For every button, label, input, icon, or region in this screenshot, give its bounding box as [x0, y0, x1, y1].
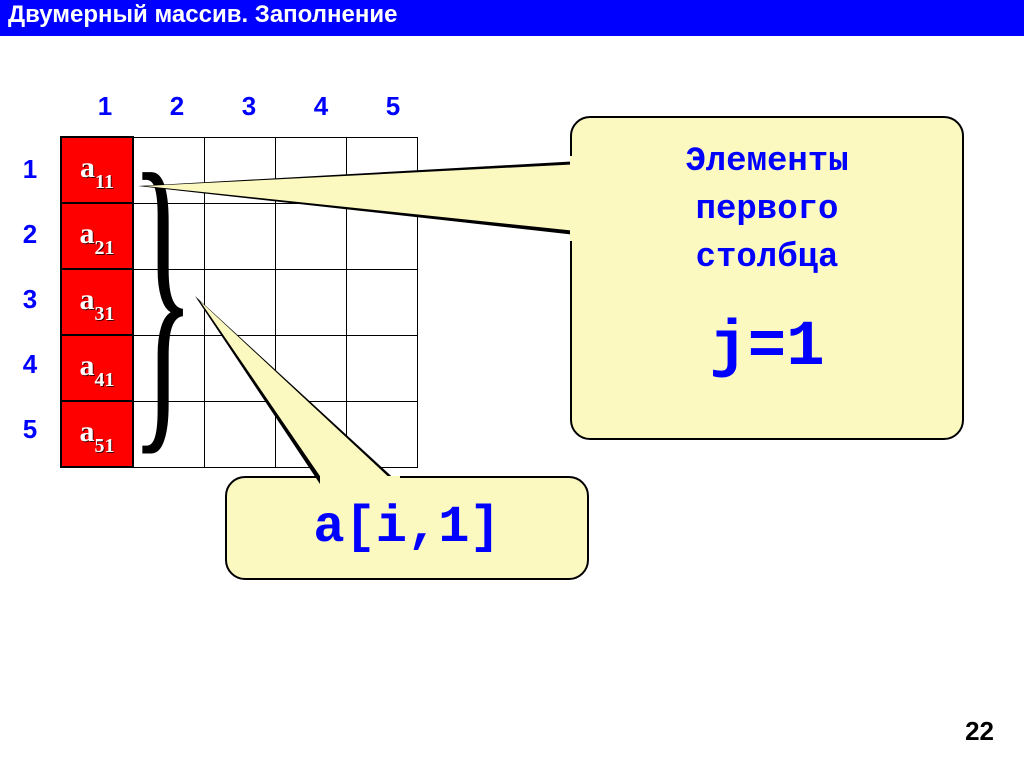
cell-empty	[347, 401, 418, 467]
cell-empty	[276, 335, 347, 401]
cell-a41: a41	[61, 335, 133, 401]
cell-a51: a51	[61, 401, 133, 467]
row-header-4: 4	[10, 349, 50, 380]
col-header-4: 4	[286, 91, 356, 122]
cell-empty	[347, 269, 418, 335]
cell-empty	[347, 137, 418, 203]
callout-array-index: a[i,1]	[225, 476, 589, 580]
row-header-2: 2	[10, 219, 50, 250]
page-number: 22	[965, 716, 994, 747]
cell-a11: a11	[61, 137, 133, 203]
cell-empty	[205, 137, 276, 203]
cell-empty	[276, 401, 347, 467]
cell-empty	[347, 335, 418, 401]
cell-a31: a31	[61, 269, 133, 335]
callout-line: первого	[572, 186, 962, 234]
cell-empty	[276, 137, 347, 203]
array-grid: a11 a21 a31 a41 a51	[60, 136, 418, 468]
cell-empty	[205, 203, 276, 269]
row-header-1: 1	[10, 154, 50, 185]
row-header-3: 3	[10, 284, 50, 315]
cell-empty	[347, 203, 418, 269]
callout-formula: j=1	[572, 312, 962, 384]
callout-line: столбца	[572, 234, 962, 282]
row-header-5: 5	[10, 414, 50, 445]
col-header-3: 3	[214, 91, 284, 122]
cell-a21: a21	[61, 203, 133, 269]
cell-empty	[276, 203, 347, 269]
cell-empty	[205, 269, 276, 335]
col-header-5: 5	[358, 91, 428, 122]
callout-elements-first-column: Элементы первого столбца j=1	[570, 116, 964, 440]
cell-empty	[276, 269, 347, 335]
cell-empty	[205, 335, 276, 401]
cell-empty	[205, 401, 276, 467]
diagram-stage: 1 2 3 4 5 1 2 3 4 5 a11 a21 a31 a41 a51 …	[0, 36, 1024, 767]
page-title: Двумерный массив. Заполнение	[0, 0, 1024, 36]
curly-brace-icon: }	[130, 134, 195, 454]
callout-line: Элементы	[572, 138, 962, 186]
